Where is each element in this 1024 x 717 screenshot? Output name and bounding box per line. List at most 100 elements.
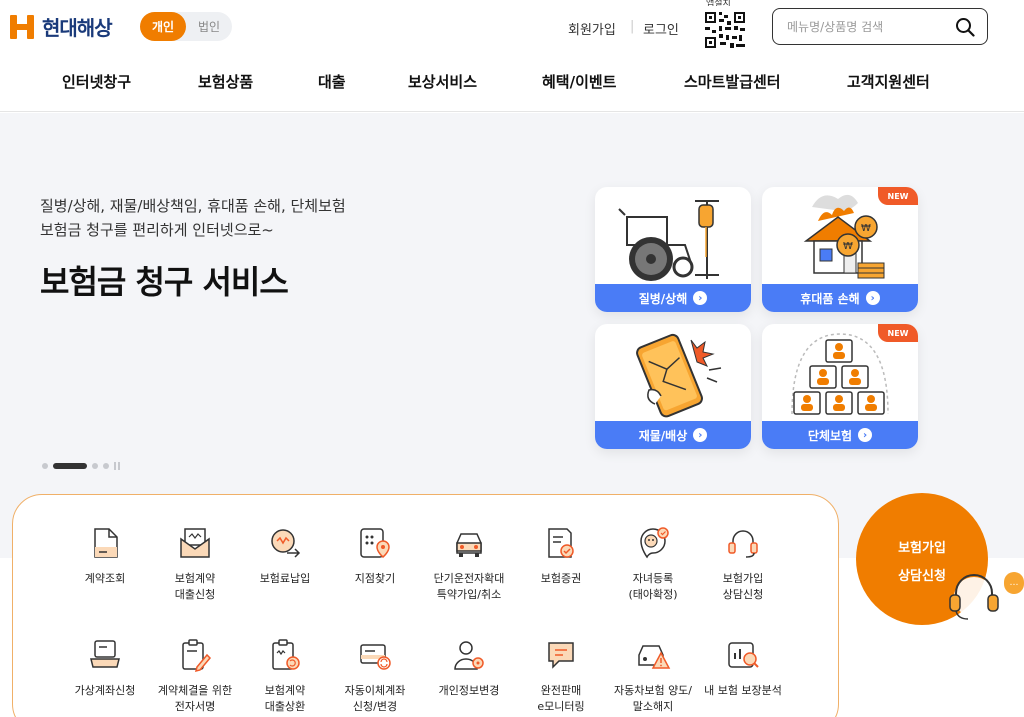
claim-card-property[interactable]: 재물/배상 › bbox=[595, 324, 751, 449]
customer-type-toggle: 개인 법인 bbox=[140, 12, 232, 41]
slide-dot-4[interactable] bbox=[103, 463, 109, 469]
quick-label-1: 계약체결을 위한 bbox=[157, 684, 233, 697]
quick-item-car-transfer[interactable]: 자동차보험 양도/말소해지 bbox=[603, 637, 703, 715]
logo-mark-icon bbox=[10, 14, 34, 39]
pause-icon[interactable] bbox=[114, 462, 122, 470]
login-link[interactable]: 로그인 bbox=[643, 19, 679, 38]
new-badge: NEW bbox=[878, 187, 918, 205]
car-warning-icon bbox=[638, 645, 671, 669]
quick-label-1: 완전판매 bbox=[540, 684, 582, 697]
gnb-insurance-products[interactable]: 보험상품 bbox=[198, 71, 253, 92]
quick-label-2: 말소해지 bbox=[632, 700, 674, 713]
quick-label-1: 지점찾기 bbox=[354, 572, 396, 585]
quick-item-contract-loan[interactable]: 보험계약대출신청 bbox=[145, 525, 245, 603]
qr-code-icon[interactable] bbox=[703, 6, 747, 50]
consult-request-button[interactable]: 보험가입 상담신청 bbox=[856, 493, 999, 625]
chatbot-icon[interactable]: … bbox=[1004, 572, 1024, 594]
quick-item-consult[interactable]: 보험가입상담신청 bbox=[693, 525, 793, 603]
claim-card-group[interactable]: NEW 단체보험 › bbox=[762, 324, 918, 449]
top-bar: 현대해상 개인 법인 회원가입 | 로그인 앱설치 bbox=[0, 0, 1024, 56]
document-icon bbox=[94, 528, 118, 558]
quick-label-1: 보험계약 bbox=[174, 572, 216, 585]
search-input[interactable] bbox=[787, 17, 947, 37]
chevron-right-icon: › bbox=[865, 291, 880, 305]
baby-icon bbox=[640, 527, 669, 559]
map-pin-icon bbox=[360, 528, 390, 558]
card-label: 질병/상해 bbox=[638, 291, 688, 306]
quick-label-2: 전자서명 bbox=[174, 700, 216, 713]
quick-item-premium-payment[interactable]: 보험료납입 bbox=[235, 525, 335, 587]
headset-icon bbox=[728, 530, 758, 558]
card-label: 휴대품 손해 bbox=[800, 291, 860, 306]
card-footer: 단체보험 › bbox=[762, 421, 918, 449]
slide-dot-1[interactable] bbox=[42, 463, 48, 469]
search-box bbox=[772, 8, 988, 45]
card-label: 재물/배상 bbox=[638, 428, 688, 443]
search-icon[interactable] bbox=[955, 17, 975, 37]
join-link[interactable]: 회원가입 bbox=[568, 19, 616, 38]
chevron-right-icon: › bbox=[693, 291, 708, 305]
claim-card-belongings[interactable]: ₩ ₩ NEW 휴대품 손해 › bbox=[762, 187, 918, 312]
gnb-benefits-events[interactable]: 혜택/이벤트 bbox=[542, 71, 616, 92]
quick-item-virtual-account[interactable]: 가상계좌신청 bbox=[55, 637, 155, 699]
hero-banner: 질병/상해, 재물/배상책임, 휴대품 손해, 단체보험 보험금 청구를 편리하… bbox=[0, 113, 1024, 558]
quick-item-coverage-analysis[interactable]: 내 보험 보장분석 bbox=[693, 637, 793, 699]
quick-label-1: 자녀등록 bbox=[632, 572, 674, 585]
hero-subtitle-2: 보험금 청구를 편리하게 인터넷으로~ bbox=[40, 221, 274, 239]
quick-label-1: 내 보험 보장분석 bbox=[704, 684, 782, 697]
quick-item-contract-inquiry[interactable]: 계약조회 bbox=[55, 525, 155, 587]
quick-label-1: 자동이체계좌 bbox=[344, 684, 406, 697]
quick-item-auto-transfer[interactable]: 자동이체계좌 신청/변경 bbox=[325, 637, 425, 715]
quick-label-1: 보험가입 bbox=[722, 572, 764, 585]
headset-agent-icon bbox=[949, 574, 999, 620]
monitoring-chat-icon bbox=[548, 642, 574, 669]
quick-item-personal-info[interactable]: 개인정보변경 bbox=[419, 637, 519, 699]
consult-line-1: 보험가입 bbox=[898, 541, 946, 556]
segment-corporate[interactable]: 법인 bbox=[186, 12, 232, 41]
hero-title: 보험금 청구 서비스 bbox=[40, 263, 289, 301]
gnb-customer-support[interactable]: 고객지원센터 bbox=[847, 71, 930, 92]
chevron-right-icon: › bbox=[858, 428, 873, 442]
quick-label-2: (태아확정) bbox=[628, 588, 678, 601]
svg-text:₩: ₩ bbox=[843, 241, 853, 252]
quick-item-loan-repay[interactable]: 보험계약 대출상환 bbox=[235, 637, 335, 715]
quick-item-child-register[interactable]: 자녀등록 (태아확정) bbox=[603, 525, 703, 603]
gnb-smart-issuance[interactable]: 스마트발급센터 bbox=[684, 71, 781, 92]
quick-label-1: 개인정보변경 bbox=[438, 684, 500, 697]
certificate-icon bbox=[548, 528, 574, 558]
card-footer: 재물/배상 › bbox=[595, 421, 751, 449]
card-footer: 질병/상해 › bbox=[595, 284, 751, 312]
auto-transfer-icon bbox=[360, 644, 391, 670]
quick-item-certificate[interactable]: 보험증권 bbox=[511, 525, 611, 587]
quick-item-e-signature[interactable]: 계약체결을 위한전자서명 bbox=[145, 637, 245, 715]
quick-label-2: 대출상환 bbox=[264, 700, 306, 713]
slide-dot-3[interactable] bbox=[92, 463, 98, 469]
hero-subtitle-1: 질병/상해, 재물/배상책임, 휴대품 손해, 단체보험 bbox=[40, 197, 346, 215]
gnb-claims-service[interactable]: 보상서비스 bbox=[408, 71, 477, 92]
util-divider: | bbox=[630, 19, 635, 34]
segment-personal[interactable]: 개인 bbox=[140, 12, 186, 41]
quick-label-2: 상담신청 bbox=[722, 588, 764, 601]
svg-text:₩: ₩ bbox=[861, 223, 871, 234]
quick-item-branch-finder[interactable]: 지점찾기 bbox=[325, 525, 425, 587]
card-footer: 휴대품 손해 › bbox=[762, 284, 918, 312]
quick-item-e-monitoring[interactable]: 완전판매 e모니터링 bbox=[511, 637, 611, 715]
loan-repay-icon bbox=[272, 639, 300, 670]
quick-label-2: 특약가입/취소 bbox=[436, 588, 502, 601]
quick-label-1: 계약조회 bbox=[84, 572, 126, 585]
user-settings-icon bbox=[454, 641, 484, 670]
quick-item-short-driver[interactable]: 단기운전자확대특약가입/취소 bbox=[419, 525, 519, 603]
quick-label-1: 자동차보험 양도/ bbox=[613, 684, 693, 697]
main-navigation: 인터넷창구 보험상품 대출 보상서비스 혜택/이벤트 스마트발급센터 고객지원센… bbox=[0, 56, 1024, 112]
quick-label-1: 단기운전자확대 bbox=[433, 572, 505, 585]
quick-label-1: 보험증권 bbox=[540, 572, 582, 585]
slide-dot-2[interactable] bbox=[53, 463, 87, 469]
gnb-internet-window[interactable]: 인터넷창구 bbox=[62, 71, 131, 92]
chevron-right-icon: › bbox=[693, 428, 708, 442]
brand-logo[interactable]: 현대해상 bbox=[10, 12, 113, 41]
wheelchair-iv-icon bbox=[618, 200, 719, 281]
claim-card-illness[interactable]: 질병/상해 › bbox=[595, 187, 751, 312]
coin-pay-icon bbox=[271, 529, 301, 558]
gnb-loan[interactable]: 대출 bbox=[318, 71, 346, 92]
quick-label-2: 대출신청 bbox=[174, 588, 216, 601]
